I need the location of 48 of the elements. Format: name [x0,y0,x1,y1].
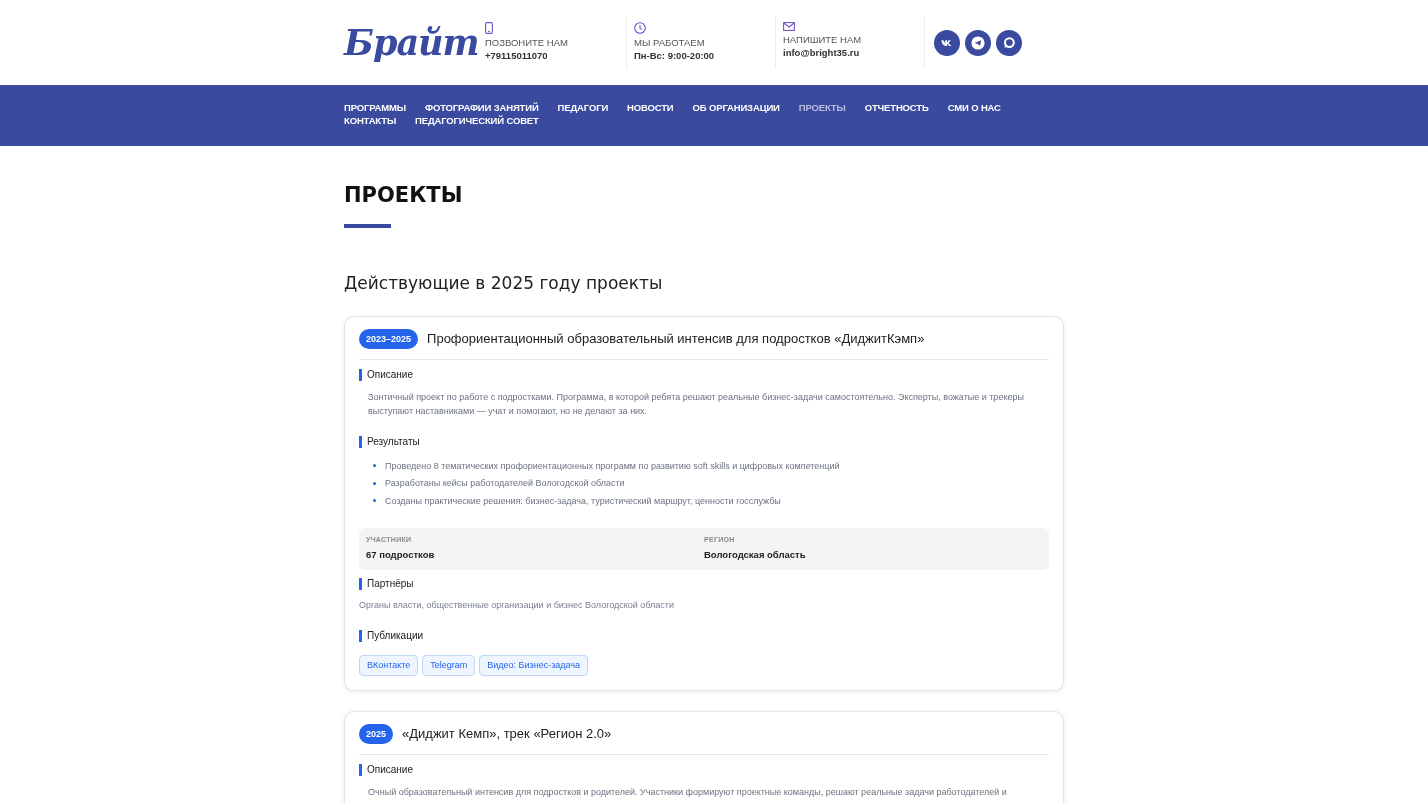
bullet-icon [373,499,376,503]
envelope-icon [783,22,795,31]
project-title: Профориентационный образовательный интенсив для подростков «ДиджитКэмп» [427,331,925,347]
section-heading: Партнёры [359,577,414,590]
section-heading: Результаты [359,436,420,448]
vk-icon[interactable] [934,29,960,56]
result-item: Разработаны кейсы работодателей Вологодской области [385,477,625,490]
result-item: Проведено 8 тематических профориентационных программ по развитию soft skills и цифровых компетенций [385,459,840,472]
page-title: ПРОЕКТЫ [344,182,463,208]
contact-value: +79115011070 [485,49,548,62]
nav-link[interactable]: КОНТАКТЫ [344,114,397,127]
paper-plane-icon[interactable] [965,29,991,56]
section-heading: Публикации [359,629,424,642]
nav-link[interactable]: ПРОЕКТЫ [798,101,846,114]
description-text: Очный образовательный интенсив для подростков и родителей. Участники формируют проектные команды, решают реальные задачи работодателей и [367,785,1008,799]
publication-link[interactable]: ВКонтакте [359,654,419,676]
year-badge: 2023–2025 [359,329,419,349]
year-badge: 2025 [359,723,394,744]
phone-icon [485,22,493,34]
publication-link[interactable]: Telegram [422,654,476,676]
nav-link[interactable]: ПЕДАГОГИЧЕСКИЙ СОВЕТ [415,114,539,127]
nav-link[interactable]: НОВОСТИ [627,101,674,114]
nav-link[interactable]: ПРОГРАММЫ [344,101,406,114]
stat-value: Вологодская область [704,547,806,562]
project-title: «Диджит Кемп», трек «Регион 2.0» [402,725,612,742]
nav-link[interactable]: ОБ ОРГАНИЗАЦИИ [692,101,780,114]
partners-text: Органы власти, общественные организации и бизнес Вологодской области [359,598,675,612]
contact-label: МЫ РАБОТАЕМ [634,36,705,49]
publication-link[interactable]: Видео: Бизнес-задача [479,654,589,676]
stat-value: 67 подростков [366,547,435,562]
clock-icon [634,22,646,34]
nav-link[interactable]: ОТЧЕТНОСТЬ [864,101,929,114]
section-heading: Описание [359,763,413,776]
result-item: Созданы практические решения: бизнес-задача, туристический маршрут, ценности госслужбы [385,494,781,507]
section-title: Действующие в 2025 году проекты [344,272,663,295]
contact-label: ПОЗВОНИТЕ НАМ [485,36,568,49]
nav-link[interactable]: СМИ О НАС [947,101,1001,114]
contact-label: НАПИШИТЕ НАМ [783,33,862,46]
speech-bubble-icon[interactable] [996,29,1022,56]
contact-value: info@bright35.ru [783,46,860,59]
bullet-icon [373,481,376,485]
nav-link[interactable]: ФОТОГРАФИИ ЗАНЯТИЙ [424,101,539,114]
description-text: Зонтичный проект по работе с подростками. Программа, в которой ребята решают реальные бизнес-задачи самостоятельно. Эксперты, вожатые и трекеры выступают наставниками — учат и помогают, но не делают за них. [367,391,1025,418]
logo[interactable]: Брайт [344,17,485,68]
section-heading: Описание [359,369,413,381]
bullet-icon [373,464,376,468]
contact-value: Пн-Вс: 9:00-20:00 [634,49,715,62]
nav-link[interactable]: ПЕДАГОГИ [557,101,609,114]
